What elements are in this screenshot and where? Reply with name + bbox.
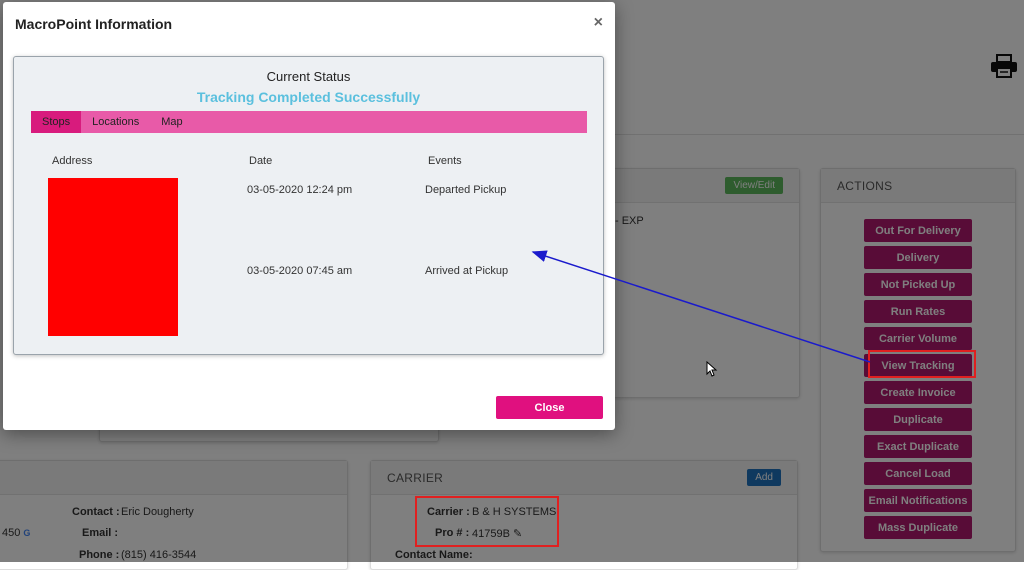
mouse-cursor-icon [706, 361, 718, 377]
annotation-arrow [531, 250, 871, 363]
